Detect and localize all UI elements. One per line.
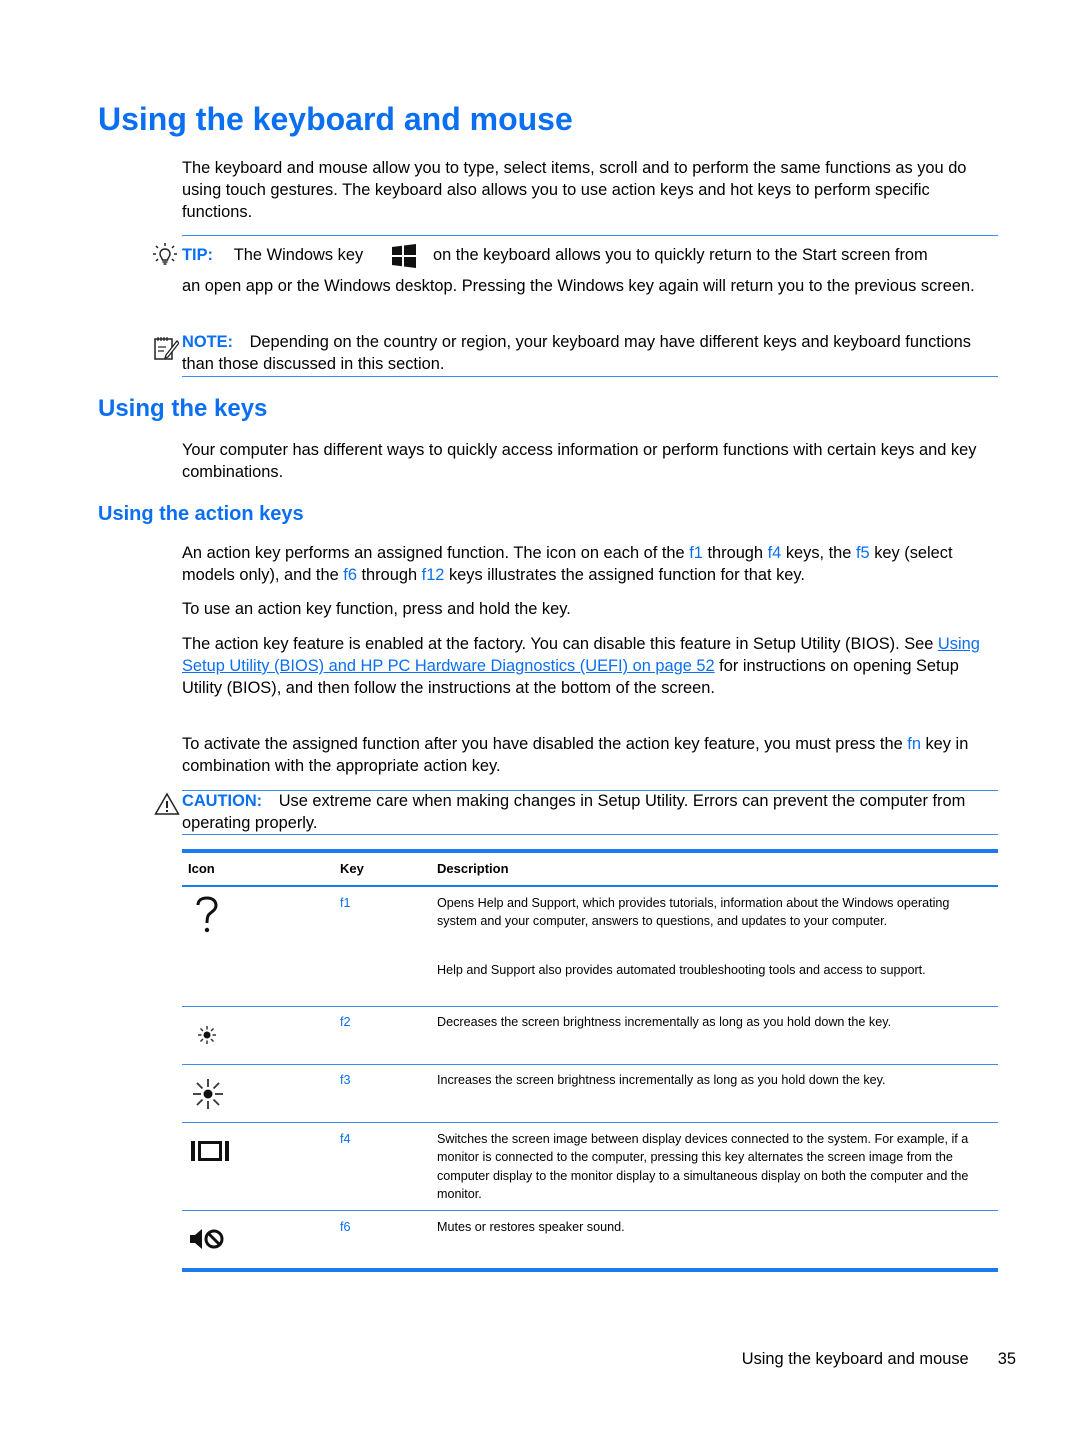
keys-paragraph: Your computer has different ways to quic… [182,441,977,481]
text: keys, the [781,544,856,562]
brightness-down-icon [196,1024,218,1046]
note-pad-icon [153,335,180,361]
table-header-description: Description [437,861,509,876]
caution-bottom-rule [182,834,998,835]
row-key: f2 [340,1015,351,1029]
text: through [356,566,422,584]
key-fn: fn [907,735,921,753]
key-f1: f1 [689,544,703,562]
action-keys-paragraph-2: To use an action key function, press and… [182,600,571,618]
row-key: f4 [340,1132,351,1146]
caution-block: CAUTION: Use extreme care when making ch… [182,790,1002,834]
row-key: f6 [340,1220,351,1234]
action-keys-paragraph-4: To activate the assigned function after … [182,733,1002,777]
tip-label: TIP: [182,246,213,264]
table-header-icon: Icon [188,861,215,876]
key-f5: f5 [855,544,870,562]
help-question-icon [194,896,220,934]
key-f12: f12 [421,566,445,584]
tip-top-rule [182,235,998,236]
text: through [702,544,768,562]
page-footer: Using the keyboard and mouse 35 [742,1350,1016,1369]
row-description: Increases the screen brightness incremen… [437,1073,886,1087]
section-title-keys: Using the keys [98,395,268,422]
caution-text: Use extreme care when making changes in … [182,792,966,832]
tip-text-start: The Windows key [233,246,364,264]
note-bottom-rule [182,376,998,377]
text: An action key performs an assigned funct… [182,544,690,562]
section-title-action-keys: Using the action keys [98,503,304,525]
brightness-up-icon [192,1078,224,1110]
mute-icon [188,1228,226,1250]
text: The action key feature is enabled at the… [182,635,938,653]
row-key: f1 [340,896,351,910]
row-description: Switches the screen image between displa… [437,1132,969,1201]
action-keys-paragraph-3: The action key feature is enabled at the… [182,633,1002,699]
lightbulb-icon [152,242,178,268]
row-divider [182,1122,998,1123]
table-header-key: Key [340,861,364,876]
key-f6: f6 [343,566,357,584]
note-text: Depending on the country or region, your… [182,333,971,373]
table-header-rule [182,885,998,887]
page-number: 35 [997,1350,1016,1368]
row-divider [182,1006,998,1007]
text: To activate the assigned function after … [182,735,908,753]
intro-paragraph: The keyboard and mouse allow you to type… [182,159,967,221]
windows-key-icon [391,244,417,268]
row-description-extra: Help and Support also provides automated… [437,963,926,977]
row-description: Decreases the screen brightness incremen… [437,1015,892,1029]
footer-section-title: Using the keyboard and mouse [741,1350,969,1368]
tip-text-continued: an open app or the Windows desktop. Pres… [182,277,975,295]
caution-label: CAUTION: [182,792,263,810]
table-top-rule [182,849,998,853]
row-key: f3 [340,1073,351,1087]
display-switch-icon [190,1140,232,1162]
row-divider [182,1064,998,1065]
row-description: Mutes or restores speaker sound. [437,1220,625,1234]
tip-text-end: on the keyboard allows you to quickly re… [433,246,928,264]
key-f4: f4 [767,544,782,562]
note-label: NOTE: [182,333,233,351]
note-block: NOTE: Depending on the country or region… [182,331,1002,375]
text: keys illustrates the assigned function f… [444,566,805,584]
row-description: Opens Help and Support, which provides t… [437,896,950,929]
warning-triangle-icon [154,792,180,816]
action-keys-paragraph-1: An action key performs an assigned funct… [182,542,1002,586]
row-divider [182,1210,998,1211]
table-bottom-rule [182,1268,998,1272]
page-title: Using the keyboard and mouse [98,101,573,137]
